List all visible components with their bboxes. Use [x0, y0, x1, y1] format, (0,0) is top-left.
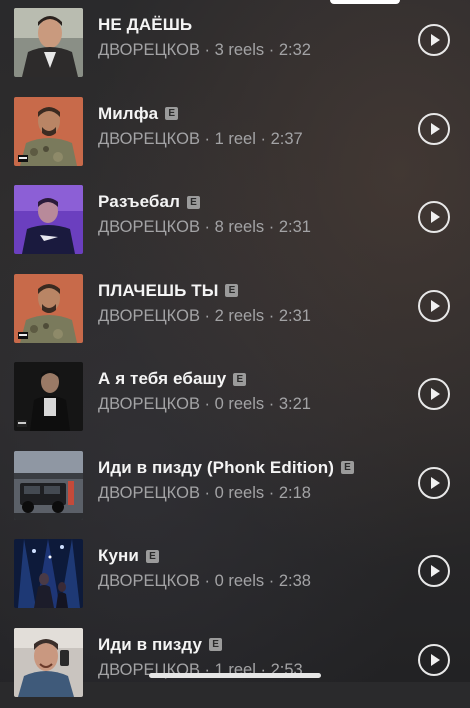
separator: ·	[264, 306, 279, 325]
track-title: НЕ ДАЁШЬ	[98, 15, 193, 34]
play-icon	[431, 211, 440, 223]
track-duration: 2:31	[278, 306, 311, 325]
track-duration: 2:31	[278, 218, 311, 236]
track-artist: ДВОРЕЦКОВ	[98, 306, 200, 325]
track-duration: 2:38	[278, 572, 311, 590]
explicit-icon: E	[186, 195, 200, 209]
play-icon	[431, 653, 440, 666]
play-button[interactable]	[418, 466, 450, 499]
track-artist: ДВОРЕЦКОВ	[98, 395, 200, 413]
track-duration: 3:21	[278, 395, 311, 413]
track-reels: 3 reels	[214, 41, 265, 59]
separator: ·	[264, 483, 279, 502]
track-cover	[14, 96, 83, 166]
track-cover	[14, 627, 83, 697]
play-icon	[431, 122, 440, 135]
track-subtitle: ДВОРЕЦКОВ · 0 reels · 2:18	[98, 484, 311, 503]
home-indicator[interactable]	[149, 673, 321, 678]
track-cover	[14, 8, 83, 77]
track-title: А я тебя ебашу	[98, 369, 227, 388]
track-subtitle: ДВОРЕЦКОВ · 1 reel · 2:37	[98, 130, 303, 149]
separator: ·	[199, 306, 215, 325]
track-cover	[14, 539, 83, 608]
explicit-icon: E	[233, 372, 247, 386]
track-reels: 2 reels	[214, 306, 265, 325]
separator: ·	[199, 129, 215, 148]
play-icon	[431, 388, 440, 400]
track-reels: 1 reel	[214, 129, 256, 148]
track-title-line: Разъебал E	[98, 192, 200, 212]
track-cover	[14, 273, 83, 343]
play-button[interactable]	[418, 201, 450, 233]
track-title-line: Иди в пизду (Phonk Edition) E	[98, 458, 354, 478]
track-subtitle: ДВОРЕЦКОВ · 3 reels · 2:32	[98, 41, 311, 60]
play-button[interactable]	[418, 555, 450, 587]
separator: ·	[255, 129, 271, 148]
track-subtitle: ДВОРЕЦКОВ · 8 reels · 2:31	[98, 218, 311, 237]
track-subtitle: ДВОРЕЦКОВ · 2 reels · 2:31	[98, 307, 311, 326]
track-subtitle: ДВОРЕЦКОВ · 0 reels · 2:38	[98, 572, 311, 591]
track-title: ПЛАЧЕШЬ ТЫ	[98, 280, 219, 300]
track-reels: 8 reels	[214, 218, 265, 236]
separator: ·	[264, 41, 279, 59]
play-icon	[431, 299, 440, 312]
explicit-icon: E	[209, 638, 223, 651]
track-reels: 0 reels	[214, 483, 265, 502]
track-duration: 2:18	[278, 483, 311, 502]
track-subtitle: ДВОРЕЦКОВ · 0 reels · 3:21	[98, 395, 311, 414]
track-title-line: Иди в пизду E	[98, 634, 223, 655]
track-row[interactable]: Иди в пизду (Phonk Edition) E ДВОРЕЦКОВ · …	[0, 443, 470, 531]
track-title: Иди в пизду (Phonk Edition)	[98, 457, 334, 477]
track-row[interactable]: Куни E ДВОРЕЦКОВ · 0 reels · 2:38	[0, 531, 470, 619]
track-duration: 2:32	[278, 41, 311, 59]
separator: ·	[264, 218, 279, 236]
separator: ·	[264, 572, 279, 590]
track-duration: 2:37	[270, 129, 303, 148]
play-button[interactable]	[418, 643, 450, 676]
play-icon	[431, 34, 440, 46]
track-title: Иди в пизду	[98, 634, 203, 654]
track-row[interactable]: НЕ ДАЁШЬ ДВОРЕЦКОВ · 3 reels · 2:32	[0, 0, 470, 88]
play-icon	[431, 565, 440, 577]
track-reels: 0 reels	[214, 395, 265, 413]
play-button[interactable]	[418, 112, 450, 145]
play-icon	[431, 476, 440, 489]
track-artist: ДВОРЕЦКОВ	[98, 41, 200, 59]
track-row[interactable]: А я тебя ебашу E ДВОРЕЦКОВ · 0 reels · 3:2…	[0, 354, 470, 442]
track-artist: ДВОРЕЦКОВ	[98, 483, 200, 502]
track-reels: 0 reels	[214, 572, 265, 590]
play-button[interactable]	[418, 289, 450, 322]
separator: ·	[199, 41, 215, 59]
track-row[interactable]: ПЛАЧЕШЬ ТЫ E ДВОРЕЦКОВ · 2 reels · 2:31	[0, 266, 470, 354]
explicit-icon: E	[145, 549, 159, 563]
track-title-line: Милфа E	[98, 103, 179, 124]
separator: ·	[199, 572, 215, 590]
separator: ·	[199, 395, 215, 413]
track-artist: ДВОРЕЦКОВ	[98, 129, 200, 148]
track-cover	[14, 185, 83, 254]
separator: ·	[264, 395, 279, 413]
explicit-icon: E	[165, 107, 179, 120]
track-title-line: Куни E	[98, 546, 159, 566]
track-title: Разъебал	[98, 192, 180, 211]
track-title: Куни	[98, 546, 139, 565]
play-button[interactable]	[418, 24, 450, 56]
track-artist: ДВОРЕЦКОВ	[98, 218, 200, 236]
track-title-line: НЕ ДАЁШЬ	[98, 15, 192, 35]
play-button[interactable]	[418, 378, 450, 410]
explicit-icon: E	[225, 284, 239, 297]
track-title: Милфа	[98, 103, 159, 123]
track-row[interactable]: Иди в пизду E ДВОРЕЦКОВ · 1 reel · 2:53	[0, 620, 470, 708]
track-title-line: ПЛАЧЕШЬ ТЫ E	[98, 280, 239, 301]
separator: ·	[199, 483, 215, 502]
track-title-line: А я тебя ебашу E	[98, 369, 247, 389]
explicit-icon: E	[341, 461, 354, 474]
track-row[interactable]: Разъебал E ДВОРЕЦКОВ · 8 reels · 2:31	[0, 177, 470, 265]
track-cover	[14, 362, 83, 431]
track-row[interactable]: Милфа E ДВОРЕЦКОВ · 1 reel · 2:37	[0, 89, 470, 177]
separator: ·	[199, 218, 215, 236]
track-artist: ДВОРЕЦКОВ	[98, 572, 200, 590]
track-cover	[14, 450, 83, 520]
